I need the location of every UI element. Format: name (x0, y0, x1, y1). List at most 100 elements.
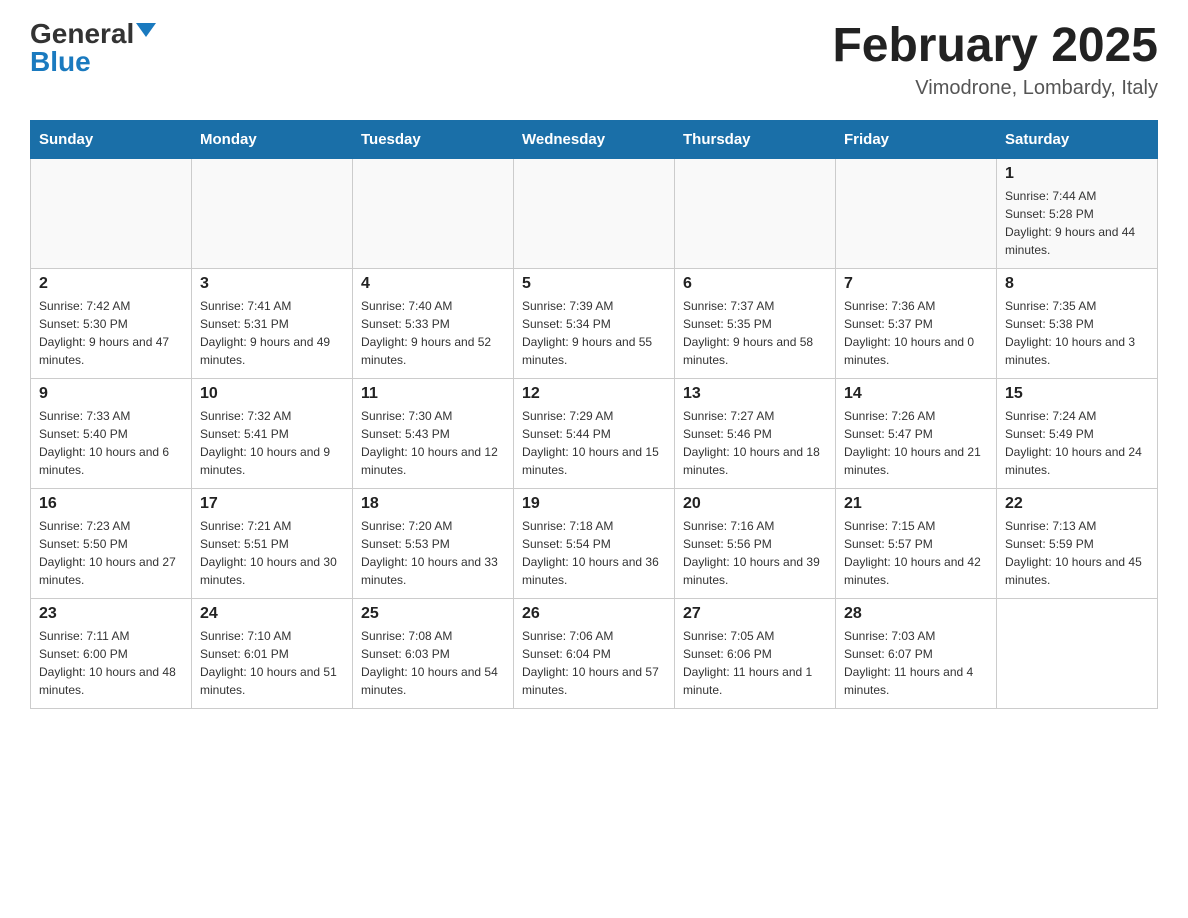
weekday-header-sunday: Sunday (31, 120, 192, 158)
weekday-header-friday: Friday (836, 120, 997, 158)
calendar-cell: 3 Sunrise: 7:41 AMSunset: 5:31 PMDaylight… (192, 268, 353, 378)
day-info: Sunrise: 7:20 AMSunset: 5:53 PMDaylight:… (361, 517, 505, 589)
day-number: 6 (683, 275, 827, 293)
calendar-cell (353, 158, 514, 268)
calendar-cell: 24Sunrise: 7:10 AMSunset: 6:01 PMDayligh… (192, 598, 353, 708)
calendar-week-row: 16 Sunrise: 7:23 AMSunset: 5:50 PMDayligh… (31, 488, 1158, 598)
calendar-header: SundayMondayTuesdayWednesdayThursdayFrid… (31, 120, 1158, 158)
calendar-week-row: 9Sunrise: 7:33 AMSunset: 5:40 PMDaylight… (31, 378, 1158, 488)
day-number: 12 (522, 385, 666, 403)
day-info: Sunrise: 7:39 AMSunset: 5:34 PMDaylight:… (522, 297, 666, 369)
logo-blue-text: Blue (30, 48, 91, 76)
day-number: 5 (522, 275, 666, 293)
weekday-header-row: SundayMondayTuesdayWednesdayThursdayFrid… (31, 120, 1158, 158)
logo-triangle-icon (136, 23, 156, 37)
day-number: 8 (1005, 275, 1149, 293)
day-number: 16 (39, 495, 183, 513)
day-number: 9 (39, 385, 183, 403)
calendar-cell (997, 598, 1158, 708)
day-info: Sunrise: 7:23 AMSunset: 5:50 PMDaylight:… (39, 517, 183, 589)
calendar-cell: 22 Sunrise: 7:13 AMSunset: 5:59 PMDayligh… (997, 488, 1158, 598)
day-info: Sunrise: 7:08 AMSunset: 6:03 PMDaylight:… (361, 627, 505, 699)
day-number: 7 (844, 275, 988, 293)
day-number: 27 (683, 605, 827, 623)
day-info: Sunrise: 7:30 AMSunset: 5:43 PMDaylight:… (361, 407, 505, 479)
calendar-cell: 8 Sunrise: 7:35 AMSunset: 5:38 PMDaylight… (997, 268, 1158, 378)
day-number: 3 (200, 275, 344, 293)
page-header: General Blue February 2025 Vimodrone, Lo… (30, 20, 1158, 100)
calendar-cell: 7Sunrise: 7:36 AMSunset: 5:37 PMDaylight… (836, 268, 997, 378)
logo-general-text: General (30, 20, 134, 48)
calendar-cell (675, 158, 836, 268)
calendar-cell: 19 Sunrise: 7:18 AMSunset: 5:54 PMDayligh… (514, 488, 675, 598)
calendar-week-row: 23 Sunrise: 7:11 AMSunset: 6:00 PMDayligh… (31, 598, 1158, 708)
day-info: Sunrise: 7:37 AMSunset: 5:35 PMDaylight:… (683, 297, 827, 369)
calendar-cell: 23 Sunrise: 7:11 AMSunset: 6:00 PMDayligh… (31, 598, 192, 708)
day-info: Sunrise: 7:21 AMSunset: 5:51 PMDaylight:… (200, 517, 344, 589)
calendar-cell (31, 158, 192, 268)
day-number: 18 (361, 495, 505, 513)
day-number: 2 (39, 275, 183, 293)
calendar-cell: 20Sunrise: 7:16 AMSunset: 5:56 PMDayligh… (675, 488, 836, 598)
day-number: 11 (361, 385, 505, 403)
calendar-cell: 28 Sunrise: 7:03 AMSunset: 6:07 PMDayligh… (836, 598, 997, 708)
day-number: 26 (522, 605, 666, 623)
calendar-cell: 14Sunrise: 7:26 AMSunset: 5:47 PMDayligh… (836, 378, 997, 488)
calendar-cell: 4Sunrise: 7:40 AMSunset: 5:33 PMDaylight… (353, 268, 514, 378)
month-title: February 2025 (832, 20, 1158, 73)
day-number: 24 (200, 605, 344, 623)
day-info: Sunrise: 7:24 AMSunset: 5:49 PMDaylight:… (1005, 407, 1149, 479)
calendar-cell: 13Sunrise: 7:27 AMSunset: 5:46 PMDayligh… (675, 378, 836, 488)
calendar-cell: 21 Sunrise: 7:15 AMSunset: 5:57 PMDayligh… (836, 488, 997, 598)
weekday-header-thursday: Thursday (675, 120, 836, 158)
calendar-cell: 15 Sunrise: 7:24 AMSunset: 5:49 PMDayligh… (997, 378, 1158, 488)
day-number: 19 (522, 495, 666, 513)
calendar-body: 1 Sunrise: 7:44 AMSunset: 5:28 PMDaylight… (31, 158, 1158, 708)
calendar-week-row: 2 Sunrise: 7:42 AMSunset: 5:30 PMDaylight… (31, 268, 1158, 378)
day-info: Sunrise: 7:41 AMSunset: 5:31 PMDaylight:… (200, 297, 344, 369)
weekday-header-saturday: Saturday (997, 120, 1158, 158)
day-info: Sunrise: 7:32 AMSunset: 5:41 PMDaylight:… (200, 407, 344, 479)
day-number: 17 (200, 495, 344, 513)
calendar-cell: 5 Sunrise: 7:39 AMSunset: 5:34 PMDaylight… (514, 268, 675, 378)
weekday-header-wednesday: Wednesday (514, 120, 675, 158)
calendar-cell: 18 Sunrise: 7:20 AMSunset: 5:53 PMDayligh… (353, 488, 514, 598)
day-info: Sunrise: 7:15 AMSunset: 5:57 PMDaylight:… (844, 517, 988, 589)
day-number: 22 (1005, 495, 1149, 513)
day-info: Sunrise: 7:11 AMSunset: 6:00 PMDaylight:… (39, 627, 183, 699)
day-info: Sunrise: 7:35 AMSunset: 5:38 PMDaylight:… (1005, 297, 1149, 369)
weekday-header-tuesday: Tuesday (353, 120, 514, 158)
day-info: Sunrise: 7:06 AMSunset: 6:04 PMDaylight:… (522, 627, 666, 699)
day-number: 20 (683, 495, 827, 513)
day-number: 23 (39, 605, 183, 623)
day-info: Sunrise: 7:13 AMSunset: 5:59 PMDaylight:… (1005, 517, 1149, 589)
day-info: Sunrise: 7:42 AMSunset: 5:30 PMDaylight:… (39, 297, 183, 369)
day-number: 15 (1005, 385, 1149, 403)
day-number: 10 (200, 385, 344, 403)
calendar-week-row: 1 Sunrise: 7:44 AMSunset: 5:28 PMDaylight… (31, 158, 1158, 268)
calendar-cell: 2 Sunrise: 7:42 AMSunset: 5:30 PMDaylight… (31, 268, 192, 378)
day-info: Sunrise: 7:03 AMSunset: 6:07 PMDaylight:… (844, 627, 988, 699)
day-info: Sunrise: 7:44 AMSunset: 5:28 PMDaylight:… (1005, 187, 1149, 259)
weekday-header-monday: Monday (192, 120, 353, 158)
calendar-cell (514, 158, 675, 268)
day-number: 25 (361, 605, 505, 623)
calendar-cell: 9Sunrise: 7:33 AMSunset: 5:40 PMDaylight… (31, 378, 192, 488)
day-number: 21 (844, 495, 988, 513)
calendar-cell: 27 Sunrise: 7:05 AMSunset: 6:06 PMDayligh… (675, 598, 836, 708)
day-number: 1 (1005, 165, 1149, 183)
calendar-cell: 25 Sunrise: 7:08 AMSunset: 6:03 PMDayligh… (353, 598, 514, 708)
calendar-cell: 26 Sunrise: 7:06 AMSunset: 6:04 PMDayligh… (514, 598, 675, 708)
day-number: 28 (844, 605, 988, 623)
title-area: February 2025 Vimodrone, Lombardy, Italy (832, 20, 1158, 100)
day-info: Sunrise: 7:05 AMSunset: 6:06 PMDaylight:… (683, 627, 827, 699)
calendar-cell: 6 Sunrise: 7:37 AMSunset: 5:35 PMDaylight… (675, 268, 836, 378)
day-info: Sunrise: 7:40 AMSunset: 5:33 PMDaylight:… (361, 297, 505, 369)
calendar-cell: 12Sunrise: 7:29 AMSunset: 5:44 PMDayligh… (514, 378, 675, 488)
day-info: Sunrise: 7:18 AMSunset: 5:54 PMDaylight:… (522, 517, 666, 589)
logo: General Blue (30, 20, 156, 76)
calendar-cell: 10 Sunrise: 7:32 AMSunset: 5:41 PMDayligh… (192, 378, 353, 488)
calendar-cell: 17 Sunrise: 7:21 AMSunset: 5:51 PMDayligh… (192, 488, 353, 598)
calendar-cell: 1 Sunrise: 7:44 AMSunset: 5:28 PMDaylight… (997, 158, 1158, 268)
day-info: Sunrise: 7:27 AMSunset: 5:46 PMDaylight:… (683, 407, 827, 479)
